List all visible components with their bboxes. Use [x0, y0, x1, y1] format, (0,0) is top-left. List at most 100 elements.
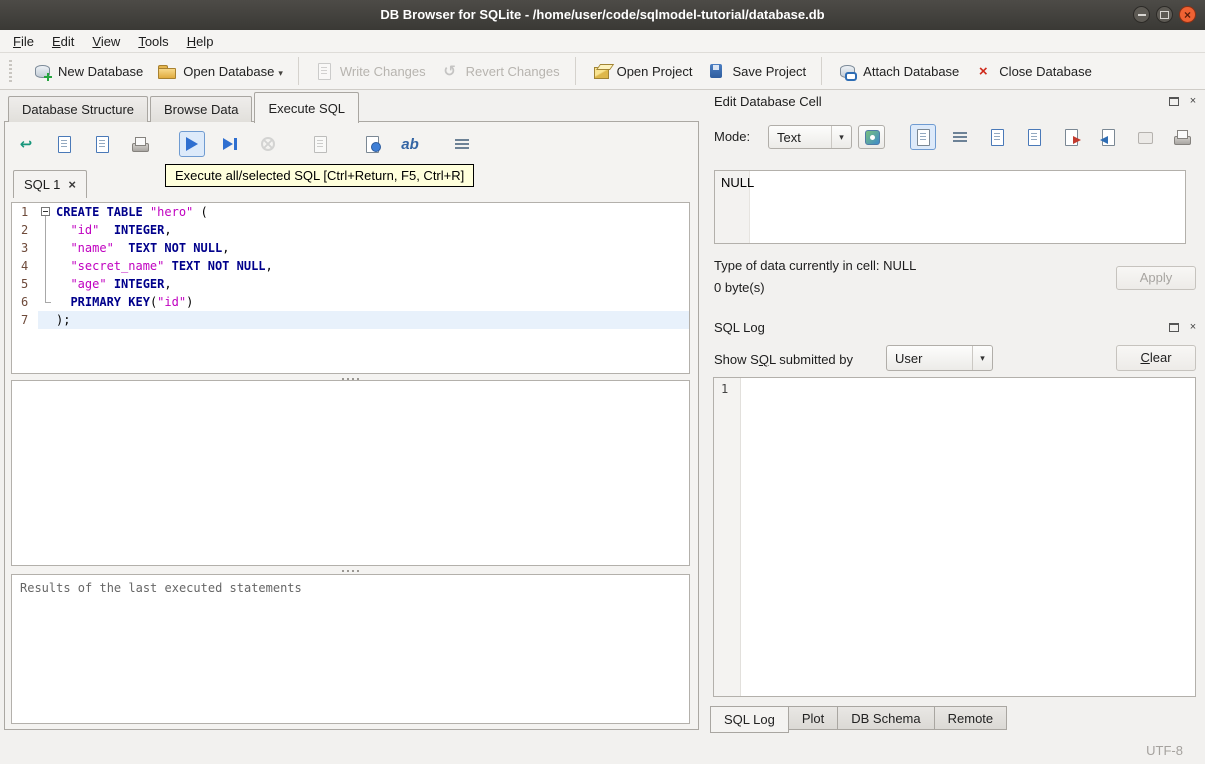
word-wrap-button[interactable]: [947, 124, 973, 150]
line-number: 6: [21, 295, 29, 309]
tab-browse-data[interactable]: Browse Data: [150, 96, 253, 122]
dock-tab-plot[interactable]: Plot: [787, 706, 839, 730]
mode-select[interactable]: Text ▾: [768, 125, 852, 149]
sql-tab-bar: SQL 1 ×: [13, 168, 87, 198]
fold-column: [38, 221, 54, 239]
float-dock-icon[interactable]: [1168, 95, 1180, 107]
window-title: DB Browser for SQLite - /home/user/code/…: [380, 7, 825, 22]
db-browser-window: DB Browser for SQLite - /home/user/code/…: [0, 0, 1205, 764]
fold-column: [38, 311, 54, 329]
sql-log-title: SQL Log: [714, 320, 765, 335]
word-wrap-button[interactable]: [449, 131, 475, 157]
toolbar-label: New Database: [58, 63, 144, 79]
close-dock-icon[interactable]: ×: [1187, 95, 1199, 107]
line-number: 1: [21, 205, 29, 219]
execute-all-button[interactable]: [179, 131, 205, 157]
save-sql-file-as-button[interactable]: [89, 131, 115, 157]
chevron-down-icon: ▾: [831, 126, 851, 148]
menu-item-edit[interactable]: Edit: [43, 32, 83, 51]
execute-line-icon: [220, 134, 240, 154]
pane-splitter[interactable]: [699, 90, 706, 738]
set-null-button[interactable]: [1132, 124, 1158, 150]
print-icon: [1172, 127, 1192, 147]
open-sql-file-icon: ↩: [19, 135, 33, 153]
save-results-icon: [310, 134, 330, 154]
save-as-button[interactable]: [1021, 124, 1047, 150]
text-view-button[interactable]: [910, 124, 936, 150]
fold-marker-icon[interactable]: [41, 207, 50, 216]
sql-log-area[interactable]: 1: [713, 377, 1196, 697]
close-window-icon[interactable]: ×: [1179, 6, 1196, 23]
sql-editor[interactable]: 1 CREATE TABLE "hero" (2 "id" INTEGER, 3 "…: [11, 202, 690, 374]
import-data-button[interactable]: [1095, 124, 1121, 150]
attach-database-button[interactable]: Attach Database: [830, 58, 966, 84]
fold-column: [38, 293, 54, 311]
save-as-icon: [1024, 127, 1044, 147]
execute-tooltip: Execute all/selected SQL [Ctrl+Return, F…: [165, 164, 475, 187]
menu-item-view[interactable]: View: [83, 32, 129, 51]
open-project-button[interactable]: Open Project: [584, 58, 700, 84]
close-dock-icon[interactable]: ×: [1187, 321, 1199, 333]
editor-line: 4 "secret_name" TEXT NOT NULL,: [12, 257, 689, 275]
copy-icon: [987, 127, 1007, 147]
new-database-button[interactable]: New Database: [25, 58, 150, 84]
open-sql-file-button[interactable]: ↩: [13, 131, 39, 157]
menu-item-tools[interactable]: Tools: [129, 32, 177, 51]
title-bar[interactable]: DB Browser for SQLite - /home/user/code/…: [0, 0, 1205, 31]
line-number: 2: [21, 223, 29, 237]
find-button[interactable]: [359, 131, 385, 157]
toolbar-label: Close Database: [999, 63, 1092, 79]
log-filter-select[interactable]: User ▾: [886, 345, 993, 371]
editor-line: 3 "name" TEXT NOT NULL,: [12, 239, 689, 257]
chevron-down-icon: ▾: [972, 346, 992, 370]
open-project-icon: [591, 61, 611, 81]
float-dock-icon[interactable]: [1168, 321, 1180, 333]
edit-cell-title: Edit Database Cell: [714, 94, 822, 109]
open-database-button[interactable]: Open Database ▾: [150, 58, 290, 84]
cell-editor[interactable]: NULL: [714, 170, 1186, 244]
dock-tab-db-schema[interactable]: DB Schema: [837, 706, 935, 730]
menu-item-help[interactable]: Help: [178, 32, 223, 51]
code-text: "name" TEXT NOT NULL,: [70, 241, 230, 255]
dropdown-arrow-icon[interactable]: ▾: [278, 68, 283, 81]
splitter-handle[interactable]: [11, 568, 690, 573]
toolbar-handle[interactable]: [9, 60, 12, 82]
save-sql-file-button[interactable]: [51, 131, 77, 157]
sql-tab[interactable]: SQL 1 ×: [13, 170, 87, 198]
clear-button[interactable]: Clear: [1116, 345, 1196, 371]
right-dock: Edit Database Cell × Mode: Text ▾ NULL T…: [706, 90, 1205, 738]
results-message-area[interactable]: Results of the last executed statements: [11, 574, 690, 724]
window-controls: ×: [1133, 6, 1196, 23]
close-database-button[interactable]: × Close Database: [966, 58, 1099, 84]
format-sql-button[interactable]: ab: [397, 131, 423, 157]
code-text: "age" INTEGER,: [70, 277, 172, 291]
cell-toolbar: [910, 124, 1195, 150]
execute-line-button[interactable]: [217, 131, 243, 157]
tab-execute-sql[interactable]: Execute SQL: [254, 92, 360, 123]
results-grid[interactable]: [11, 380, 690, 566]
dock-tab-remote[interactable]: Remote: [933, 706, 1008, 730]
dock-tab-sql-log[interactable]: SQL Log: [710, 706, 789, 733]
apply-button: Apply: [1116, 266, 1196, 290]
save-project-icon: [706, 61, 726, 81]
copy-button[interactable]: [984, 124, 1010, 150]
sql-log-header: SQL Log ×: [706, 318, 1205, 340]
print-button[interactable]: [127, 131, 153, 157]
mode-settings-button[interactable]: [858, 125, 885, 149]
set-null-icon: [1135, 127, 1155, 147]
menu-bar: File Edit View Tools Help: [0, 30, 1205, 53]
stop-icon: [258, 134, 278, 154]
minimize-icon[interactable]: [1133, 6, 1150, 23]
stop-button: [255, 131, 281, 157]
save-project-button[interactable]: Save Project: [699, 58, 813, 84]
export-data-button[interactable]: [1058, 124, 1084, 150]
tab-close-icon[interactable]: ×: [68, 178, 76, 191]
tab-database-structure[interactable]: Database Structure: [8, 96, 149, 122]
fold-column[interactable]: [38, 203, 54, 221]
maximize-icon[interactable]: [1156, 6, 1173, 23]
print-button[interactable]: [1169, 124, 1195, 150]
menu-item-file[interactable]: File: [4, 32, 43, 51]
save-results-button: [307, 131, 333, 157]
splitter-dots-icon: [341, 569, 360, 572]
word-wrap-icon: [950, 127, 970, 147]
